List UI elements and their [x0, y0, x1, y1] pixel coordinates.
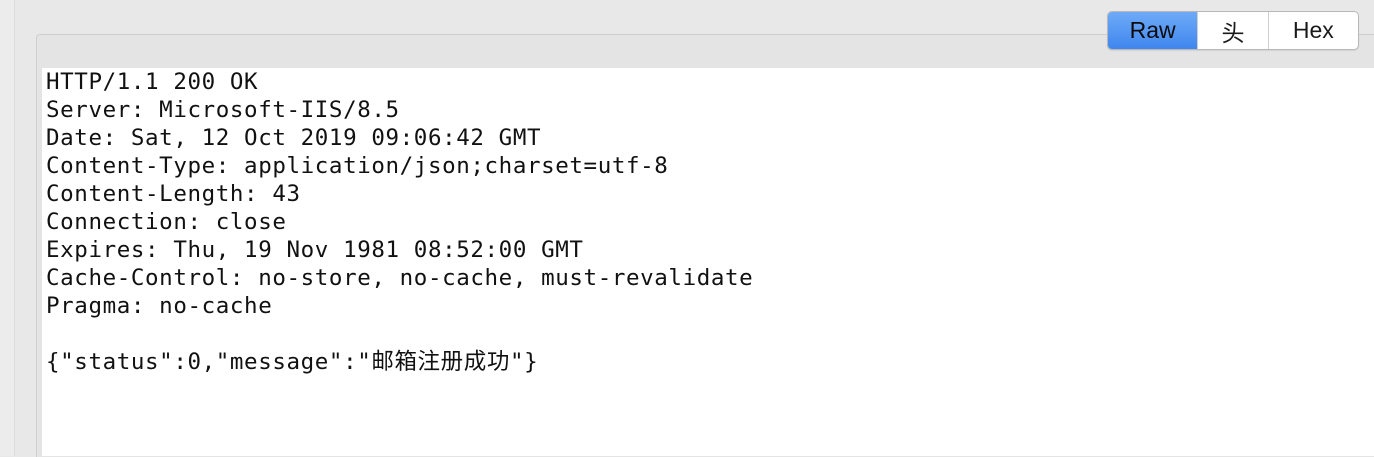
header-line-cache-control: Cache-Control: no-store, no-cache, must-… [46, 265, 754, 291]
header-line-server: Server: Microsoft-IIS/8.5 [46, 97, 400, 123]
header-line-expires: Expires: Thu, 19 Nov 1981 08:52:00 GMT [46, 237, 584, 263]
status-line: HTTP/1.1 200 OK [46, 69, 259, 95]
raw-response-editor[interactable]: HTTP/1.1 200 OK Server: Microsoft-IIS/8.… [42, 68, 1374, 456]
response-body: {"status":0,"message":"邮箱注册成功"} [46, 349, 539, 375]
header-line-content-type: Content-Type: application/json;charset=u… [46, 153, 669, 179]
tab-raw[interactable]: Raw [1108, 12, 1199, 49]
raw-response-text: HTTP/1.1 200 OK Server: Microsoft-IIS/8.… [46, 68, 753, 376]
tab-headers[interactable]: 头 [1198, 12, 1269, 49]
header-line-connection: Connection: close [46, 209, 287, 235]
tab-hex[interactable]: Hex [1269, 12, 1358, 49]
view-mode-selector[interactable]: Raw 头 Hex [1107, 11, 1359, 50]
left-gutter [0, 0, 15, 456]
header-line-content-length: Content-Length: 43 [46, 181, 301, 207]
header-line-pragma: Pragma: no-cache [46, 293, 273, 319]
header-line-date: Date: Sat, 12 Oct 2019 09:06:42 GMT [46, 125, 542, 151]
